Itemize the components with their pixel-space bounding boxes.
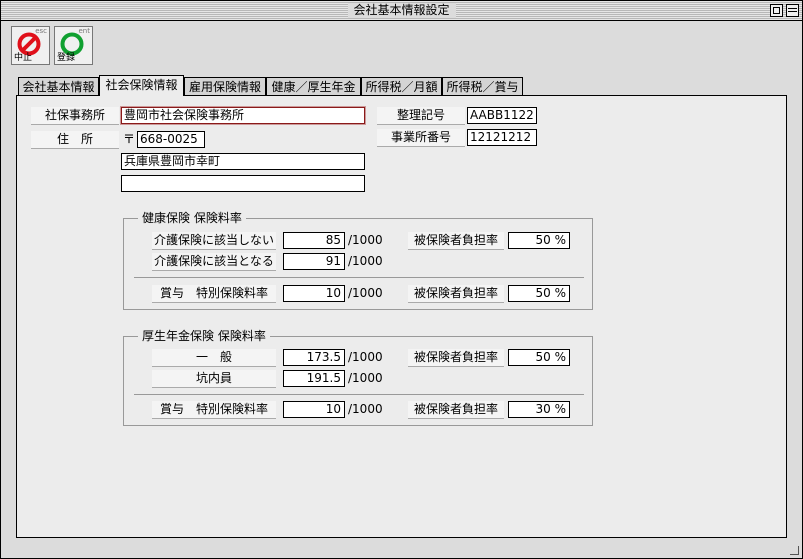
social-insurance-panel: 社保事務所 豊岡市社会保険事務所 住 所 〒 668-0025 兵庫県豊岡市幸町… — [16, 95, 787, 538]
pension-row1-pct: % — [554, 350, 566, 364]
pension-bonus-pct: % — [554, 402, 566, 416]
collapse-icon[interactable] — [786, 4, 799, 17]
pension-row2-label: 坑内員 — [152, 370, 276, 388]
app-window: 会社基本情報設定 esc 中止 ent 登録 会社基本情報 社会保険情報 雇用保… — [0, 0, 803, 559]
health-bonus-rate-field[interactable]: 10 — [283, 285, 345, 302]
postal-mark: 〒 — [123, 132, 136, 146]
health-row1-unit: /1000 — [348, 233, 383, 247]
health-bonus-unit: /1000 — [348, 286, 383, 300]
pension-bonus-burden-value: 30 — [535, 402, 551, 416]
pension-bonus-burden-label: 被保険者負担率 — [408, 401, 504, 419]
health-row2-unit: /1000 — [348, 254, 383, 268]
health-bonus-burden-value: 50 — [535, 286, 551, 300]
pension-bonus-rate-field[interactable]: 10 — [283, 401, 345, 418]
health-row1-burden-label: 被保険者負担率 — [408, 232, 504, 250]
pension-row2-rate-field[interactable]: 191.5 — [283, 370, 345, 387]
window-title: 会社基本情報設定 — [347, 3, 456, 18]
pension-divider — [134, 394, 584, 395]
reference-field[interactable]: AABB1122 — [467, 107, 537, 124]
office-label: 社保事務所 — [31, 107, 119, 125]
pension-row1-burden-label: 被保険者負担率 — [408, 349, 504, 367]
cancel-button[interactable]: esc 中止 — [11, 26, 50, 65]
health-row1-rate-field[interactable]: 85 — [283, 232, 345, 249]
health-bonus-pct: % — [554, 286, 566, 300]
health-bonus-burden-label: 被保険者負担率 — [408, 285, 504, 303]
health-row1-pct: % — [554, 233, 566, 247]
health-insurance-group: 健康保険 保険料率 介護保険に該当しない 85 /1000 被保険者負担率 50… — [123, 210, 593, 310]
tab-health-pension[interactable]: 健康／厚生年金 — [266, 77, 361, 95]
pension-bonus-unit: /1000 — [348, 402, 383, 416]
health-bonus-burden-field[interactable]: 50 % — [508, 285, 570, 302]
pension-row1-label: 一 般 — [152, 349, 276, 367]
title-bar[interactable]: 会社基本情報設定 — [1, 1, 802, 21]
pension-row1-unit: /1000 — [348, 350, 383, 364]
address-label: 住 所 — [31, 131, 119, 149]
health-group-title: 健康保険 保険料率 — [138, 210, 246, 226]
pension-bonus-burden-field[interactable]: 30 % — [508, 401, 570, 418]
office-name-field[interactable]: 豊岡市社会保険事務所 — [120, 106, 366, 125]
business-number-field[interactable]: 12121212 — [467, 129, 537, 146]
tab-income-tax-bonus[interactable]: 所得税／賞与 — [442, 77, 523, 95]
business-number-label: 事業所番号 — [377, 129, 465, 147]
tab-income-tax-monthly[interactable]: 所得税／月額 — [361, 77, 442, 95]
health-row2-rate-field[interactable]: 91 — [283, 253, 345, 270]
save-button[interactable]: ent 登録 — [54, 26, 93, 65]
tab-employment-insurance[interactable]: 雇用保険情報 — [184, 77, 266, 95]
save-label: 登録 — [57, 53, 76, 63]
health-row1-burden-field[interactable]: 50 % — [508, 232, 570, 249]
pension-row1-burden-value: 50 — [535, 350, 551, 364]
zoom-icon[interactable] — [770, 4, 783, 17]
health-row1-label: 介護保険に該当しない — [152, 232, 276, 250]
tab-company-info[interactable]: 会社基本情報 — [18, 77, 99, 95]
pension-group-title: 厚生年金保険 保険料率 — [138, 328, 270, 344]
cancel-label: 中止 — [14, 53, 33, 63]
pension-row2-unit: /1000 — [348, 371, 383, 385]
postal-code-field[interactable]: 668-0025 — [137, 131, 205, 148]
tab-social-insurance[interactable]: 社会保険情報 — [99, 75, 184, 96]
health-bonus-label: 賞与 特別保険料率 — [152, 285, 276, 303]
pension-bonus-label: 賞与 特別保険料率 — [152, 401, 276, 419]
resize-grip[interactable] — [788, 544, 800, 556]
health-row1-burden-value: 50 — [535, 233, 551, 247]
pension-row1-rate-field[interactable]: 173.5 — [283, 349, 345, 366]
address-line2-field[interactable] — [121, 175, 365, 192]
pension-row1-burden-field[interactable]: 50 % — [508, 349, 570, 366]
health-row2-label: 介護保険に該当となる — [152, 253, 276, 271]
pension-insurance-group: 厚生年金保険 保険料率 一 般 173.5 /1000 被保険者負担率 50 %… — [123, 328, 593, 426]
reference-label: 整理記号 — [377, 107, 465, 125]
health-divider — [134, 277, 584, 278]
address-line1-field[interactable]: 兵庫県豊岡市幸町 — [121, 153, 365, 170]
